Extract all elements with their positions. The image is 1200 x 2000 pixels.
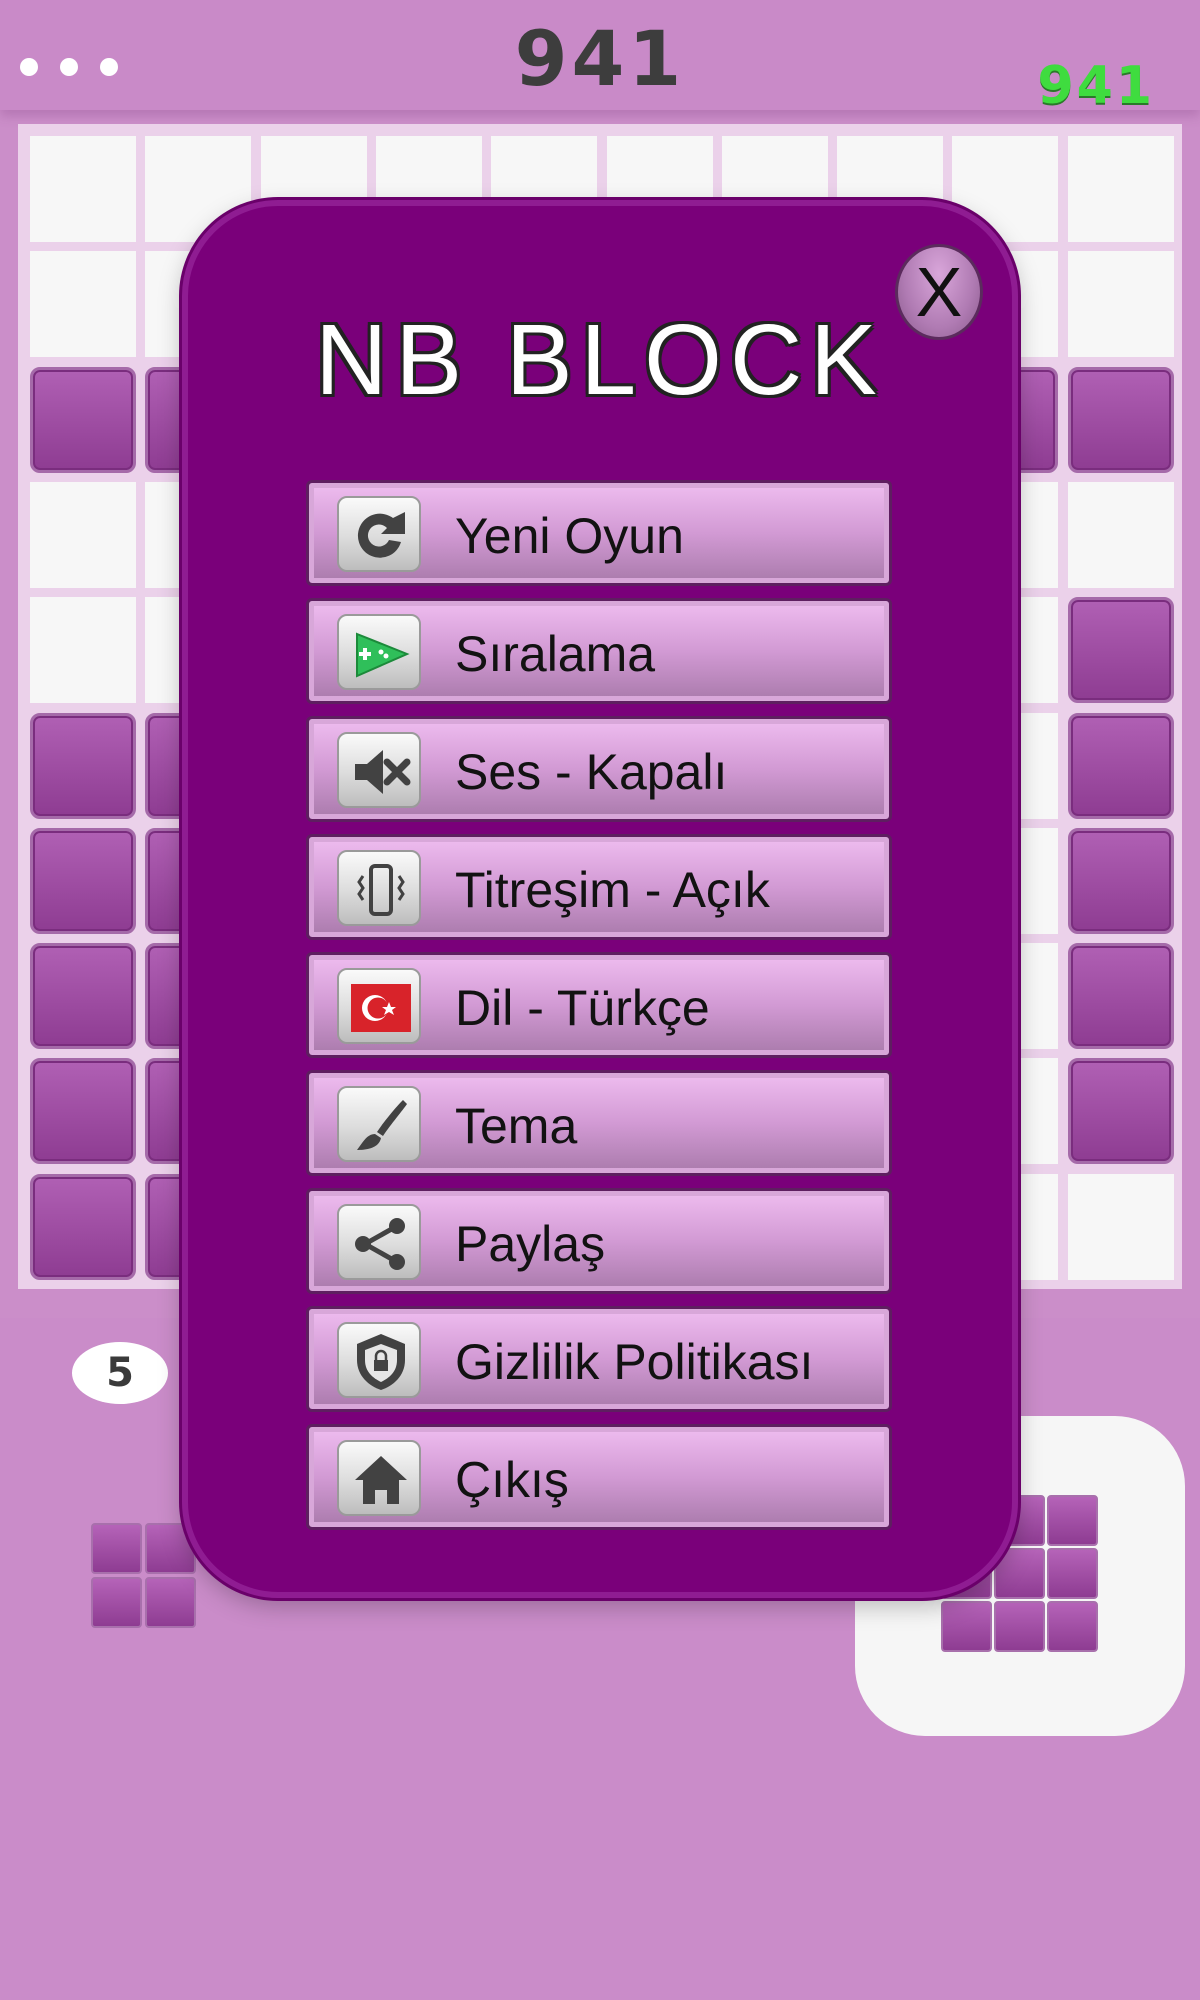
filled-cell: [30, 943, 136, 1050]
menu-item-label: Paylaş: [455, 1216, 606, 1272]
restart-icon: [337, 496, 421, 572]
share-button[interactable]: Paylaş: [306, 1188, 892, 1294]
filled-cell: [30, 827, 136, 934]
filled-cell: [1067, 827, 1174, 934]
pieces-left-badge: 5: [72, 1342, 168, 1404]
privacy-policy-button[interactable]: Gizlilik Politikası: [306, 1306, 892, 1412]
sound-off-icon: [337, 732, 421, 808]
piece-block: [91, 1577, 142, 1628]
menu-item-label: Gizlilik Politikası: [455, 1334, 814, 1390]
empty-cell: [1067, 481, 1174, 588]
filled-cell: [1067, 1058, 1174, 1165]
exit-button[interactable]: Çıkış: [306, 1424, 892, 1530]
theme-button[interactable]: Tema: [306, 1070, 892, 1176]
empty-cell: [30, 597, 136, 704]
privacy-shield-icon: [337, 1322, 421, 1398]
empty-cell: [30, 136, 136, 242]
new-game-button[interactable]: Yeni Oyun: [306, 480, 892, 586]
piece-block: [91, 1523, 142, 1574]
piece-block: [994, 1548, 1045, 1599]
turkish-flag-icon: [337, 968, 421, 1044]
empty-cell: [30, 251, 136, 358]
piece-block: [1047, 1548, 1098, 1599]
share-icon: [337, 1204, 421, 1280]
piece-block: [1047, 1495, 1098, 1546]
filled-cell: [30, 366, 136, 473]
language-button[interactable]: Dil - Türkçe: [306, 952, 892, 1058]
menu-item-label: Sıralama: [455, 626, 656, 682]
piece-block: [994, 1601, 1045, 1652]
menu-item-label: Titreşim - Açık: [455, 862, 770, 918]
sound-toggle-button[interactable]: Ses - Kapalı: [306, 716, 892, 822]
menu-item-label: Dil - Türkçe: [455, 980, 710, 1036]
filled-cell: [30, 1173, 136, 1280]
filled-cell: [1067, 712, 1174, 819]
piece-block: [145, 1577, 196, 1628]
vibration-toggle-button[interactable]: Titreşim - Açık: [306, 834, 892, 940]
best-score: 941: [1037, 56, 1155, 116]
menu-item-label: Tema: [455, 1098, 578, 1154]
empty-cell: [1067, 1173, 1174, 1280]
empty-cell: [1067, 136, 1174, 242]
filled-cell: [1067, 943, 1174, 1050]
empty-cell: [30, 481, 136, 588]
leaderboard-button[interactable]: Sıralama: [306, 598, 892, 704]
menu-item-label: Yeni Oyun: [455, 508, 684, 564]
filled-cell: [30, 712, 136, 819]
paintbrush-icon: [337, 1086, 421, 1162]
play-games-icon: [337, 614, 421, 690]
menu-item-label: Ses - Kapalı: [455, 744, 728, 800]
filled-cell: [30, 1058, 136, 1165]
filled-cell: [1067, 366, 1174, 473]
game-title: NB BLOCK: [315, 304, 885, 416]
empty-cell: [1067, 251, 1174, 358]
filled-cell: [1067, 597, 1174, 704]
home-icon: [337, 1440, 421, 1516]
piece-block: [941, 1601, 992, 1652]
current-score: 941: [514, 14, 686, 103]
vibration-icon: [337, 850, 421, 926]
piece-block: [1047, 1601, 1098, 1652]
menu-item-label: Çıkış: [455, 1452, 569, 1508]
